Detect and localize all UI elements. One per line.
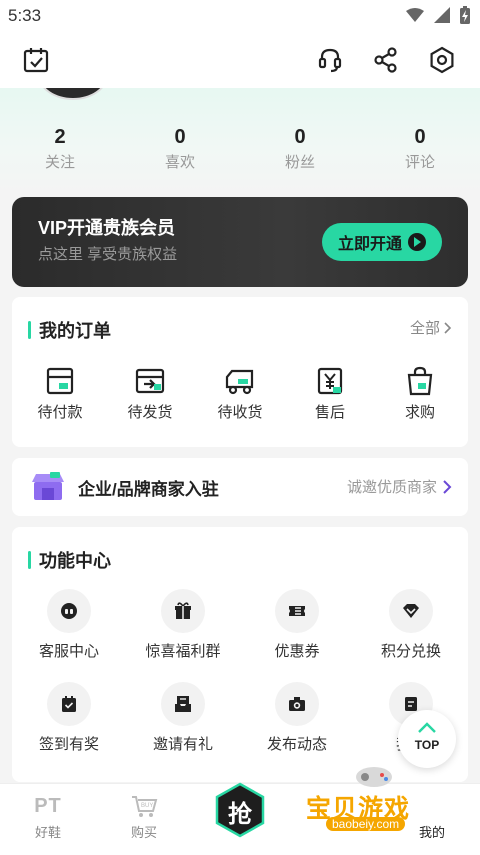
fn-label: 签到有奖 (38, 736, 99, 753)
grab-label: 抢 (228, 801, 252, 828)
battery-charging-icon (460, 6, 470, 24)
section-accent-bar (28, 551, 31, 569)
stat-value: 0 (174, 126, 186, 148)
merchant-card[interactable]: 企业/品牌商家入驻 诚邀优质商家 (12, 458, 468, 516)
stat-label: 喜欢 (164, 154, 195, 171)
stat-following[interactable]: 2 关注 (20, 124, 100, 174)
section-accent-bar (28, 321, 31, 339)
order-label: 待收货 (217, 404, 263, 421)
fn-label: 客服中心 (38, 643, 99, 660)
pt-icon: PT (34, 795, 62, 817)
fn-label: 积分兑换 (380, 643, 441, 660)
order-label: 求购 (404, 404, 435, 421)
settings-icon[interactable] (426, 44, 458, 76)
order-pending-shipment[interactable]: 待发货 (110, 365, 190, 423)
fn-coupons[interactable]: 优惠券 (242, 589, 352, 662)
status-time: 5:33 (8, 6, 42, 25)
ticket-icon (275, 589, 319, 633)
vip-activate-button[interactable]: 立即开通 (322, 223, 442, 261)
stat-label: 粉丝 (284, 154, 315, 171)
cart-icon: BUY (104, 794, 184, 818)
vip-banner[interactable]: VIP开通贵族会员 点这里 享受贵族权益 立即开通 (12, 197, 468, 287)
order-label: 待发货 (127, 404, 173, 421)
fn-post-update[interactable]: 发布动态 (242, 682, 352, 755)
functions-title: 功能中心 (28, 547, 111, 573)
merchant-action-label: 诚邀优质商家 (346, 479, 437, 496)
vip-button-label: 立即开通 (337, 236, 402, 253)
camera-icon (275, 682, 319, 726)
vip-subtitle: 点这里 享受贵族权益 (38, 246, 178, 263)
stat-label: 关注 (44, 154, 75, 171)
merchant-invite-link[interactable]: 诚邀优质商家 (347, 476, 452, 497)
fn-label: 优惠券 (274, 643, 320, 660)
fn-label: 发布动态 (266, 736, 327, 753)
back-to-top-button[interactable]: TOP (398, 710, 456, 768)
stat-comments[interactable]: 0 评论 (380, 124, 460, 174)
diamond-icon (389, 589, 433, 633)
stat-value: 2 (54, 126, 66, 148)
chevron-right-icon (444, 321, 452, 334)
merchant-left: 企业/品牌商家入驻 (30, 472, 219, 502)
calendar-check-icon[interactable] (20, 44, 52, 76)
watermark-logo: 宝贝游戏 baobeiy.com (300, 765, 460, 835)
app-header (0, 34, 480, 88)
order-label: 待付款 (37, 404, 83, 421)
play-arrow-icon (408, 233, 426, 251)
yen-bag-icon (317, 367, 343, 395)
headset-icon (47, 589, 91, 633)
nav-label: 好鞋 (34, 825, 61, 840)
gift-icon (161, 589, 205, 633)
orders-card: 我的订单 全部 待付款 待发货 待收货 售后 求购 (12, 297, 468, 447)
calendar-check-icon (47, 682, 91, 726)
watermark-url: baobeiy.com (326, 817, 406, 831)
vip-title: VIP开通贵族会员 (38, 218, 176, 238)
signal-icon (434, 7, 450, 23)
fn-welfare-group[interactable]: 惊喜福利群 (128, 589, 238, 662)
order-label: 售后 (314, 404, 345, 421)
avatar[interactable] (38, 88, 108, 100)
stat-likes[interactable]: 0 喜欢 (140, 124, 220, 174)
status-icons (406, 6, 470, 24)
box-send-icon (135, 368, 165, 394)
gamepad-icon (356, 767, 392, 787)
shopping-bag-icon (407, 366, 433, 396)
fn-check-in[interactable]: 签到有奖 (14, 682, 124, 755)
nav-label: 购买 (130, 825, 157, 840)
orders-see-all-link[interactable]: 全部 (410, 317, 452, 338)
stat-label: 评论 (404, 154, 435, 171)
functions-title-text: 功能中心 (39, 551, 111, 571)
inbox-icon (161, 682, 205, 726)
cart-icon-text: BUY (141, 803, 153, 809)
wallet-icon (46, 367, 74, 395)
order-pending-payment[interactable]: 待付款 (20, 365, 100, 423)
order-pending-receipt[interactable]: 待收货 (200, 365, 280, 423)
nav-grab-button[interactable]: 抢 (210, 780, 270, 840)
fn-invite[interactable]: 邀请有礼 (128, 682, 238, 755)
chevron-up-icon (418, 722, 436, 733)
status-bar: 5:33 (0, 0, 480, 34)
top-label: TOP (414, 738, 440, 752)
fn-points-exchange[interactable]: 积分兑换 (356, 589, 466, 662)
orders-title-text: 我的订单 (39, 321, 111, 341)
fn-label: 惊喜福利群 (145, 643, 221, 660)
wifi-icon (406, 8, 424, 22)
storefront-icon (32, 472, 64, 500)
nav-item-shoes[interactable]: PT 好鞋 (8, 794, 88, 841)
fn-customer-service[interactable]: 客服中心 (14, 589, 124, 662)
stats-row: 2 关注 0 喜欢 0 粉丝 0 评论 (0, 124, 480, 184)
order-wanted[interactable]: 求购 (380, 365, 460, 423)
truck-icon (225, 369, 254, 395)
order-after-sales[interactable]: 售后 (290, 365, 370, 423)
merchant-title: 企业/品牌商家入驻 (78, 479, 219, 499)
orders-title: 我的订单 (28, 317, 111, 343)
nav-item-buy[interactable]: BUY 购买 (104, 794, 184, 841)
chevron-right-icon (443, 479, 452, 494)
fn-label: 邀请有礼 (152, 736, 213, 753)
stat-followers[interactable]: 0 粉丝 (260, 124, 340, 174)
see-all-label: 全部 (409, 320, 440, 337)
stat-value: 0 (294, 126, 306, 148)
stat-value: 0 (414, 126, 426, 148)
headset-icon[interactable] (314, 44, 346, 76)
share-icon[interactable] (370, 44, 402, 76)
